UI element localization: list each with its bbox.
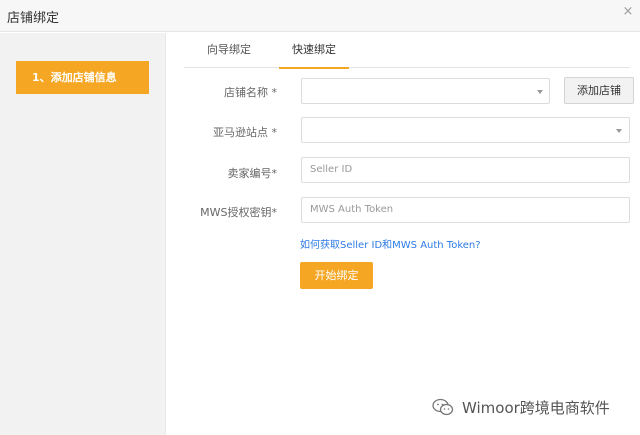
mws-token-label: MWS授权密钥* — [200, 206, 277, 219]
steps-sidebar: 1、添加店铺信息 — [0, 33, 166, 435]
tab-quick-binding[interactable]: 快速绑定 — [279, 36, 349, 69]
store-binding-dialog: 店铺绑定 × 1、添加店铺信息 向导绑定 快速绑定 店铺名称 * 添加店铺 亚马… — [0, 0, 640, 435]
mws-token-field[interactable]: MWS Auth Token — [301, 197, 630, 223]
amazon-site-select[interactable] — [301, 117, 630, 143]
seller-id-label: 卖家编号* — [227, 167, 278, 180]
chevron-down-icon — [616, 129, 622, 133]
shop-name-label: 店铺名称 * — [224, 86, 277, 99]
step-add-store-info[interactable]: 1、添加店铺信息 — [16, 61, 149, 94]
close-icon[interactable]: × — [620, 4, 636, 20]
amazon-site-label: 亚马逊站点 * — [213, 126, 277, 139]
wechat-icon — [432, 398, 454, 416]
watermark: Wimoor跨境电商软件 — [432, 396, 610, 418]
binding-tabs: 向导绑定 快速绑定 — [184, 36, 630, 69]
watermark-text: Wimoor跨境电商软件 — [462, 398, 610, 417]
dialog-title: 店铺绑定 — [7, 11, 60, 26]
chevron-down-icon — [537, 90, 543, 94]
tab-guided-binding[interactable]: 向导绑定 — [184, 36, 274, 68]
dialog-titlebar: 店铺绑定 × — [0, 0, 640, 32]
seller-id-field[interactable]: Seller ID — [301, 157, 630, 183]
start-binding-button[interactable]: 开始绑定 — [300, 262, 373, 289]
help-link[interactable]: 如何获取Seller ID和MWS Auth Token? — [300, 236, 481, 251]
add-store-button[interactable]: 添加店铺 — [564, 77, 634, 104]
shop-name-select[interactable] — [301, 78, 550, 104]
